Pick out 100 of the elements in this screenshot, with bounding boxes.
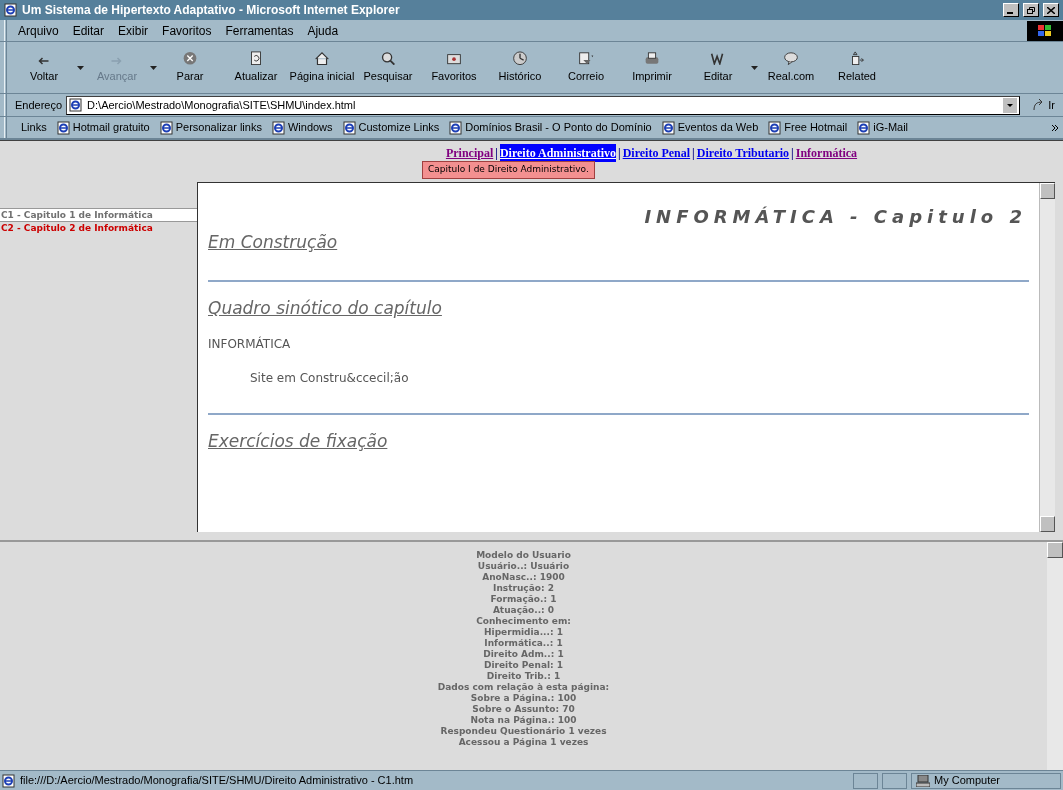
user-model-text: Direito Adm..: 1	[483, 649, 564, 660]
toolbar-button[interactable]: Related	[824, 50, 890, 85]
go-button[interactable]: Ir	[1024, 96, 1063, 114]
scrollbar[interactable]	[1047, 542, 1063, 770]
search-icon	[379, 50, 397, 65]
link-button[interactable]: Eventos da Web	[661, 119, 759, 136]
address-field[interactable]: D:\Aercio\Mestrado\Monografia\SITE\SHMU\index.html	[66, 95, 1021, 115]
page-icon	[2, 773, 16, 788]
page-icon	[768, 120, 783, 135]
speech-bubble-icon	[782, 50, 800, 65]
menu-item[interactable]: Arquivo	[11, 21, 66, 40]
menu-item[interactable]: Editar	[65, 21, 112, 40]
computer-icon	[916, 774, 930, 787]
status-text: file:///D:/Aercio/Mestrado/Monografia/SITE/SHMU/Direito Administrativo - C1.htm	[20, 773, 415, 789]
content-text: INFORMÁTICA	[208, 335, 292, 353]
link-button[interactable]: Windows	[271, 119, 333, 136]
toolbar-button[interactable]: Atualizar	[223, 50, 289, 85]
section-heading: Em Construção	[208, 231, 339, 254]
menu-item[interactable]: Ajuda	[300, 21, 346, 40]
chevron-icon	[1051, 123, 1059, 132]
user-model-text: Sobre o Assunto: 70	[472, 704, 575, 715]
close-icon	[1047, 6, 1055, 14]
status-pane	[853, 772, 878, 789]
page-icon	[159, 120, 174, 135]
link-button[interactable]: Domínios Brasil - O Ponto do Domínio	[449, 119, 652, 136]
toolbar-button[interactable]: Imprimir	[619, 50, 685, 85]
left-arrow-icon	[38, 57, 50, 65]
page-icon	[857, 120, 872, 135]
toolbar-button[interactable]: Correio	[553, 50, 619, 85]
restore-button[interactable]	[1023, 3, 1039, 17]
restore-icon	[1027, 6, 1035, 14]
user-model-text: AnoNasc..: 1900	[482, 572, 565, 583]
toolbar-button[interactable]: Pesquisar	[355, 50, 421, 85]
link-button[interactable]: Personalizar links	[159, 119, 262, 136]
toolbar-button[interactable]: Voltar	[11, 50, 77, 85]
toolbar-button[interactable]: Real.com	[758, 50, 824, 85]
nav-link[interactable]: Principal	[445, 144, 494, 162]
page-icon	[661, 120, 676, 135]
user-model-text: Respondeu Questionário 1 vezes	[440, 726, 607, 737]
page-icon	[449, 120, 464, 135]
page-icon	[271, 120, 286, 135]
go-arrow-icon	[1032, 99, 1045, 111]
stop-icon	[181, 50, 199, 65]
user-model-text: Hipermidia...: 1	[484, 627, 563, 638]
page-heading: INFORMÁTICA - Capitulo 2	[643, 205, 1028, 229]
user-model-text: Nota na Página.: 100	[470, 715, 577, 726]
user-model-text: Sobre a Página.: 100	[470, 693, 577, 704]
section-heading: Exercícios de fixação	[208, 430, 389, 453]
home-icon	[313, 50, 331, 65]
scrollbar[interactable]	[1039, 183, 1055, 532]
zone-text: My Computer	[934, 773, 1001, 789]
menu-item[interactable]: Ferramentas	[218, 21, 301, 40]
printer-icon	[643, 50, 661, 65]
separator: |	[691, 145, 696, 162]
close-button[interactable]	[1043, 3, 1059, 17]
nav-link[interactable]: Direito Penal	[622, 144, 691, 162]
link-button[interactable]: Hotmail gratuito	[56, 119, 150, 136]
user-model-text: Formação.: 1	[490, 594, 557, 605]
page-icon	[342, 120, 357, 135]
mail-icon	[577, 50, 595, 65]
separator: |	[617, 145, 622, 162]
user-model-text: Dados com relação à esta página:	[437, 682, 610, 693]
nav-link[interactable]: Direito Tributario	[696, 144, 790, 162]
section-heading: Quadro sinótico do capítulo	[208, 296, 443, 320]
toolbar-button[interactable]: Editar	[685, 50, 751, 85]
link-button[interactable]: Customize Links	[342, 119, 440, 136]
toolbar-button[interactable]: Parar	[157, 50, 223, 85]
link-button[interactable]: iG-Mail	[857, 119, 909, 136]
tooltip: Capitulo I de Direito Administrativo.	[422, 161, 595, 179]
page-icon	[69, 98, 84, 112]
window-title: Um Sistema de Hipertexto Adaptativo - Microsoft Internet Explorer	[22, 2, 401, 19]
chapter-link[interactable]: C2 - Capitulo 2 de Informática	[0, 221, 197, 234]
user-model-text: Informática..: 1	[484, 638, 563, 649]
toolbar-button[interactable]: Favoritos	[421, 50, 487, 85]
menu-item[interactable]: Exibir	[111, 21, 156, 40]
separator: |	[494, 145, 499, 162]
user-model-text: Direito Trib.: 1	[486, 671, 561, 682]
content-text: Site em Constru&ccecil;ão	[249, 370, 410, 387]
user-model-text: Conhecimento em:	[476, 616, 571, 627]
page-icon	[56, 120, 71, 135]
minimize-button[interactable]	[1003, 3, 1019, 17]
menu-item[interactable]: Favoritos	[155, 21, 219, 40]
status-pane	[882, 772, 907, 789]
windows-logo-icon	[1027, 20, 1063, 41]
browser-icon	[4, 3, 18, 17]
links-label: Links	[21, 120, 47, 136]
nav-link[interactable]: Direito Administrativo	[499, 144, 616, 162]
separator: |	[790, 145, 795, 162]
chapter-link[interactable]: C1 - Capitulo 1 de Informática	[0, 208, 197, 221]
toolbar-button[interactable]: Histórico	[487, 50, 553, 85]
link-button[interactable]: Free Hotmail	[768, 119, 848, 136]
toolbar-button[interactable]: Página inicial	[289, 50, 355, 85]
user-model-text: Acessou a Página 1 vezes	[458, 737, 589, 748]
address-label: Endereço	[15, 97, 63, 113]
nav-link[interactable]: Informática	[795, 144, 858, 162]
user-model-text: Direito Penal: 1	[483, 660, 564, 671]
user-model-text: Instrução: 2	[493, 583, 554, 594]
user-model-text: Usuário..: Usuário	[477, 561, 570, 572]
clock-icon	[511, 50, 529, 65]
user-model-text: Modelo do Usuario	[476, 550, 571, 561]
